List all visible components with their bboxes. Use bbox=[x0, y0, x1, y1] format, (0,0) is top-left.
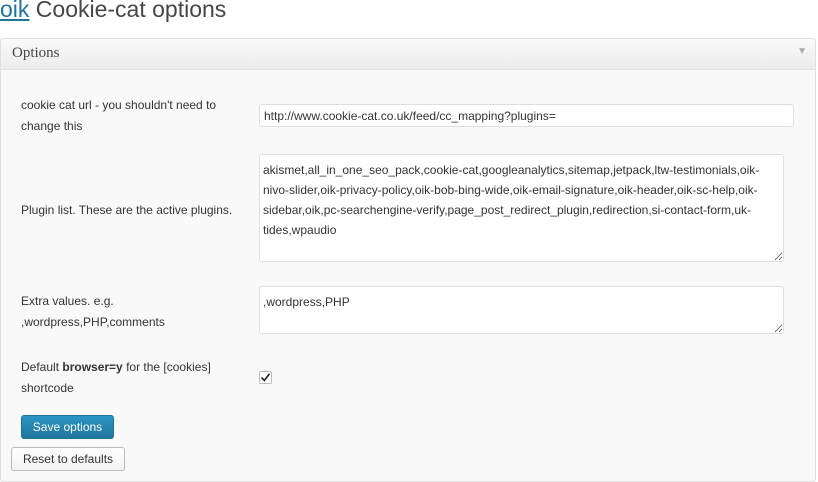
postbox-header[interactable]: Options ▼ bbox=[1, 39, 815, 70]
plugin-list-textarea[interactable]: akismet,all_in_one_seo_pack,cookie-cat,g… bbox=[259, 154, 784, 262]
reset-to-defaults-button[interactable]: Reset to defaults bbox=[11, 447, 125, 471]
browser-label-bold: browser=y bbox=[62, 360, 122, 374]
cookie-cat-url-input[interactable] bbox=[259, 104, 794, 127]
collapse-toggle-icon[interactable]: ▼ bbox=[797, 46, 807, 57]
page: oik Cookie-cat options Options ▼ cookie … bbox=[0, 0, 818, 482]
oik-link[interactable]: oik bbox=[0, 0, 29, 22]
extra-values-label: Extra values. e.g. ,wordpress,PHP,commen… bbox=[21, 291, 251, 333]
browser-label-pre: Default bbox=[21, 360, 62, 374]
extra-values-textarea[interactable]: ,wordpress,PHP bbox=[259, 286, 784, 334]
extra-values-label-line1: Extra values. e.g. bbox=[21, 291, 251, 312]
save-options-button[interactable]: Save options bbox=[21, 415, 114, 439]
browser-label: Default browser=y for the [cookies] shor… bbox=[21, 357, 241, 399]
page-title: oik Cookie-cat options bbox=[0, 0, 226, 23]
plugins-label: Plugin list. These are the active plugin… bbox=[21, 200, 251, 221]
browser-checkbox[interactable] bbox=[259, 371, 272, 384]
page-title-text: Cookie-cat options bbox=[29, 0, 226, 22]
postbox-title: Options bbox=[12, 45, 60, 62]
url-label: cookie cat url - you shouldn't need to c… bbox=[21, 95, 246, 137]
checkmark-icon bbox=[260, 372, 271, 383]
extra-values-label-line2: ,wordpress,PHP,comments bbox=[21, 312, 251, 333]
